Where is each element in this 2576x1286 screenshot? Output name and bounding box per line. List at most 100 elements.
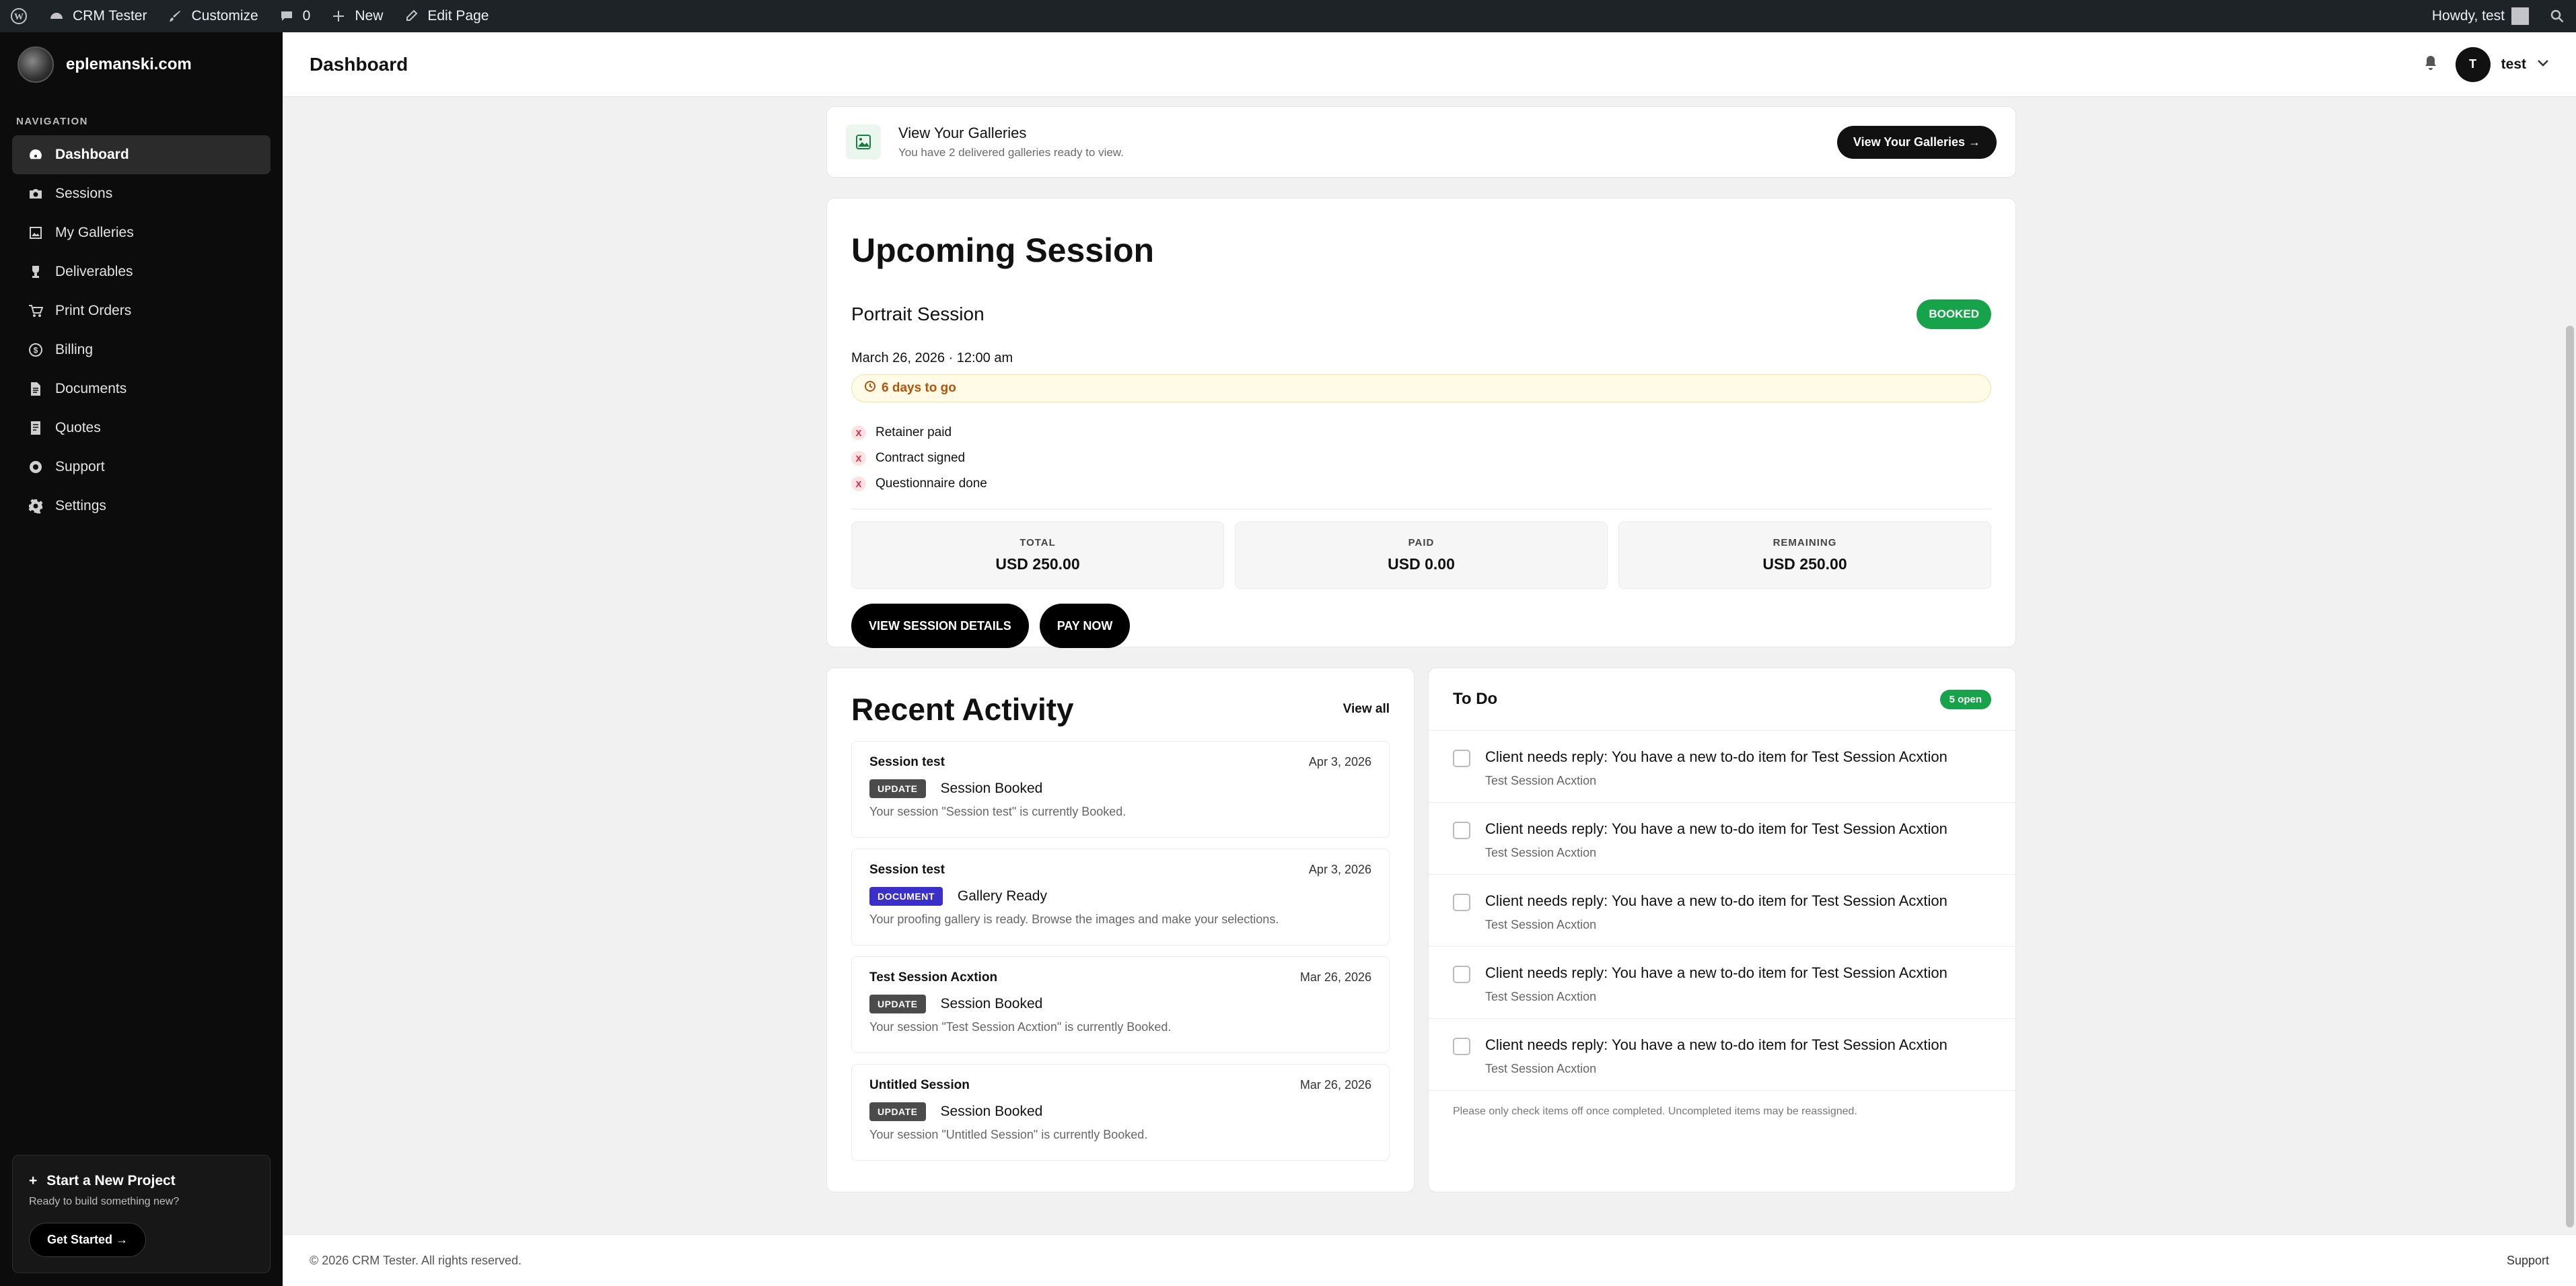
upcoming-session-heading: Upcoming Session (851, 231, 1155, 269)
brand-name: eplemanski.com (66, 55, 192, 73)
sidebar-item-label: Settings (55, 498, 106, 513)
brush-icon (166, 7, 184, 26)
countdown-text: 6 days to go (882, 381, 956, 395)
activity-date: Apr 3, 2026 (1308, 755, 1371, 769)
sidebar-item-dashboard[interactable]: Dashboard (12, 135, 271, 174)
activity-event: Session Booked (940, 996, 1043, 1011)
session-type: Portrait Session (851, 303, 985, 324)
sidebar-item-settings[interactable]: Settings (12, 487, 271, 526)
dashboard-icon (30, 149, 42, 159)
todo-text: Client needs reply: You have a new to-do… (1485, 748, 1947, 765)
todo-checkbox[interactable] (1453, 1038, 1470, 1055)
session-checklist: X Retainer paid X Contract signed X Ques… (851, 420, 1991, 497)
todo-item: Client needs reply: You have a new to-do… (1429, 802, 2015, 874)
x-icon: X (851, 451, 866, 466)
my-account-link[interactable]: Howdy, test (2423, 0, 2538, 32)
sidebar-item-label: Billing (55, 342, 94, 357)
footer: © 2026 CRM Tester. All rights reserved. … (283, 1234, 2576, 1286)
wordpress-logo-button[interactable]: W (0, 0, 38, 32)
dollar-icon: $ (29, 343, 42, 357)
edit-page-link[interactable]: Edit Page (392, 0, 498, 32)
trophy-icon (32, 266, 39, 278)
todo-session: Test Session Acxtion (1485, 846, 1597, 859)
sidebar: eplemanski.com NAVIGATION Dashboard Sess… (0, 32, 283, 1286)
sidebar-item-deliverables[interactable]: Deliverables (12, 252, 271, 291)
svg-text:$: $ (34, 346, 38, 355)
plus-icon: + (29, 1173, 38, 1188)
activity-event: Session Booked (940, 1104, 1043, 1119)
activity-date: Mar 26, 2026 (1299, 970, 1371, 984)
activity-description: Your proofing gallery is ready. Browse t… (869, 913, 1279, 926)
sidebar-item-label: Deliverables (55, 264, 133, 279)
scrollbar-thumb[interactable] (2566, 326, 2574, 1227)
payment-summary: TOTAL USD 250.00 PAID USD 0.00 REMAINING… (851, 522, 1991, 589)
comment-icon (277, 7, 296, 26)
gear-icon (28, 499, 43, 513)
copyright: © 2026 CRM Tester. All rights reserved. (310, 1253, 522, 1267)
todo-session: Test Session Acxtion (1485, 918, 1597, 931)
upcoming-session-card: Upcoming Session Portrait Session BOOKED… (826, 198, 2016, 648)
new-project-promo: + Start a New Project Ready to build som… (12, 1155, 271, 1273)
sidebar-item-documents[interactable]: Documents (12, 369, 271, 408)
sidebar-item-sessions[interactable]: Sessions (12, 174, 271, 213)
view-session-details-button[interactable]: VIEW SESSION DETAILS (851, 604, 1029, 648)
sidebar-item-billing[interactable]: $ Billing (12, 330, 271, 369)
activity-tag: UPDATE (869, 1102, 926, 1121)
wordpress-icon: W (9, 7, 28, 26)
view-galleries-button[interactable]: View Your Galleries → (1836, 125, 1997, 159)
pay-now-button[interactable]: PAY NOW (1039, 604, 1131, 648)
comments-link[interactable]: 0 (268, 0, 320, 32)
activity-tag: UPDATE (869, 779, 926, 798)
todo-checkbox[interactable] (1453, 894, 1470, 911)
sidebar-item-my-galleries[interactable]: My Galleries (12, 213, 271, 252)
site-name-link[interactable]: CRM Tester (38, 0, 156, 32)
sidebar-item-quotes[interactable]: Quotes (12, 408, 271, 448)
todo-checkbox[interactable] (1453, 822, 1470, 839)
plus-icon (329, 7, 348, 26)
admin-search-button[interactable] (2538, 0, 2576, 32)
todo-session: Test Session Acxtion (1485, 990, 1597, 1003)
top-header: Dashboard T test (283, 32, 2576, 97)
x-icon: X (851, 476, 866, 491)
bell-icon[interactable] (2423, 55, 2438, 74)
list-item[interactable]: Session test Apr 3, 2026 UPDATE Session … (851, 741, 1390, 838)
sidebar-item-label: My Galleries (55, 225, 134, 240)
todo-card: To Do 5 open Client needs reply: You hav… (1428, 668, 2016, 1192)
remaining-label: REMAINING (1773, 537, 1837, 548)
brand[interactable]: eplemanski.com (0, 32, 283, 97)
user-menu[interactable]: T test (2455, 46, 2549, 82)
search-icon (2548, 7, 2567, 26)
customize-link[interactable]: Customize (156, 0, 267, 32)
checklist-item: X Questionnaire done (851, 471, 1991, 497)
todo-item: Client needs reply: You have a new to-do… (1429, 946, 2015, 1018)
total-value: USD 250.00 (995, 555, 1080, 573)
footer-support-link[interactable]: Support (2507, 1254, 2549, 1268)
total-box: TOTAL USD 250.00 (851, 522, 1224, 589)
countdown-banner: 6 days to go (851, 374, 1991, 402)
svg-text:W: W (14, 12, 24, 22)
paid-value: USD 0.00 (1388, 555, 1455, 573)
sidebar-item-support[interactable]: Support (12, 448, 271, 487)
x-icon: X (851, 425, 866, 440)
comments-count: 0 (302, 8, 311, 24)
page-scrollbar[interactable] (2564, 97, 2576, 1234)
todo-checkbox[interactable] (1453, 966, 1470, 983)
pencil-icon (402, 7, 421, 26)
activity-event: Session Booked (940, 781, 1043, 796)
todo-checkbox[interactable] (1453, 750, 1470, 767)
sidebar-item-print-orders[interactable]: Print Orders (12, 291, 271, 330)
list-item[interactable]: Test Session Acxtion Mar 26, 2026 UPDATE… (851, 956, 1390, 1053)
view-all-link[interactable]: View all (1343, 702, 1390, 717)
session-datetime: March 26, 2026 · 12:00 am (851, 351, 1013, 365)
list-item[interactable]: Untitled Session Mar 26, 2026 UPDATE Ses… (851, 1064, 1390, 1161)
activity-title: Test Session Acxtion (869, 970, 998, 985)
todo-item: Client needs reply: You have a new to-do… (1429, 1018, 2015, 1090)
sidebar-item-label: Documents (55, 381, 127, 396)
todo-heading: To Do (1453, 690, 1498, 708)
new-content-link[interactable]: New (320, 0, 392, 32)
galleries-banner-subtitle: You have 2 delivered galleries ready to … (898, 146, 1124, 159)
get-started-button[interactable]: Get Started → (29, 1223, 147, 1257)
activity-date: Apr 3, 2026 (1308, 863, 1371, 876)
list-item[interactable]: Session test Apr 3, 2026 DOCUMENT Galler… (851, 849, 1390, 945)
activity-description: Your session "Session test" is currently… (869, 805, 1126, 818)
